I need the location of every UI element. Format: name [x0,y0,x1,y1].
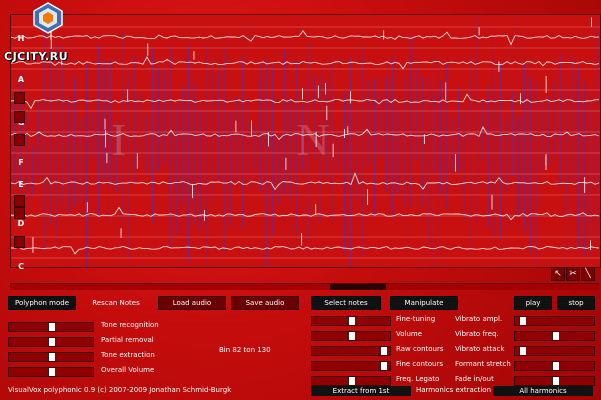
freq-legato-slider-thumb[interactable] [348,377,355,385]
vibrato-ampl-label: Vibrato ampl. [455,315,503,323]
overall-volume-slider-thumb[interactable] [48,368,55,376]
note-label-a: A [17,75,25,84]
overall-volume-slider[interactable] [8,367,94,377]
raw-contours-label: Raw contours [396,345,444,353]
play-button[interactable]: play [514,296,552,310]
volume-label: Volume [396,330,423,338]
tone-extraction-slider[interactable] [8,352,94,362]
rescan-notes-button[interactable]: Rescan Notes [84,296,148,310]
visualvox-window: CJCITY.RU IN OU HAGFEDC ↖ ✂ ╲ Polyphon m… [0,0,601,400]
vibrato-freq-slider-thumb[interactable] [552,332,559,340]
volume-slider-thumb[interactable] [348,332,355,340]
formant-stretch-slider[interactable] [514,361,595,371]
site-logo: CJCITY.RU [4,2,86,66]
all-harmonics-select[interactable]: All harmonics [493,386,593,396]
stop-button[interactable]: stop [557,296,595,310]
vibrato-attack-slider-thumb[interactable] [519,347,526,355]
partial-removal-slider-thumb[interactable] [48,338,55,346]
piano-key-box[interactable] [14,92,25,104]
piano-key-box[interactable] [14,207,25,219]
h-scroll-thumb[interactable] [330,284,386,290]
fine-tuning-slider-thumb[interactable] [348,317,355,325]
piano-key-box[interactable] [14,195,25,207]
fine-tuning-slider[interactable] [311,316,391,326]
vibrato-freq-slider[interactable] [514,331,595,341]
tone-extraction-label: Tone extraction [101,351,155,359]
cursor-tool-icon[interactable]: ↖ [551,267,565,281]
note-staff-canvas[interactable]: IN OU [10,14,601,268]
raw-contours-slider-thumb[interactable] [380,347,387,355]
vibrato-ampl-slider-thumb[interactable] [519,317,526,325]
fade-in-out-slider-thumb[interactable] [552,377,559,385]
cube-logo-icon [33,2,63,34]
tone-recognition-label: Tone recognition [101,321,159,329]
horizontal-scrollbar[interactable] [10,283,599,290]
freq-legato-slider[interactable] [311,376,391,386]
vibrato-attack-label: Vibrato attack [455,345,505,353]
note-label-c: C [18,262,24,271]
select-notes-button[interactable]: Select notes [311,296,381,310]
note-label-e: E [18,180,24,189]
partial-removal-slider[interactable] [8,337,94,347]
partial-removal-label: Partial removal [101,336,154,344]
bin-info: Bin 82 ton 130 [219,346,271,354]
spectrogram-view[interactable]: IN OU [11,15,600,267]
logo-text: CJCITY.RU [4,50,69,63]
formant-stretch-label: Formant stretch [455,360,511,368]
tone-extraction-slider-thumb[interactable] [48,353,55,361]
piano-key-box[interactable] [14,236,25,248]
piano-key-box[interactable] [14,134,25,146]
copyright-text: VisualVox polyphonic 0.9 (c) 2007-2009 J… [8,386,232,394]
fine-contours-slider-thumb[interactable] [380,362,387,370]
note-label-f: F [18,158,24,167]
fade-in-out-slider[interactable] [514,376,595,386]
freq-legato-label: Freq. Legato [396,375,440,383]
save-audio-button[interactable]: Save audio [231,296,299,310]
polyphon-mode-button[interactable]: Polyphon mode [8,296,76,310]
vibrato-freq-label: Vibrato freq. [455,330,499,338]
tone-recognition-slider[interactable] [8,322,94,332]
formant-stretch-slider-thumb[interactable] [552,362,559,370]
raw-contours-slider[interactable] [311,346,391,356]
svg-text:IN OU: IN OU [111,114,600,165]
fine-tuning-label: Fine-tuning [396,315,436,323]
vibrato-ampl-slider[interactable] [514,316,595,326]
load-audio-button[interactable]: Load audio [158,296,226,310]
vibrato-attack-slider[interactable] [514,346,595,356]
fine-contours-label: Fine contours [396,360,443,368]
note-label-d: D [17,219,25,228]
volume-slider[interactable] [311,331,391,341]
pen-tool-icon[interactable]: ╲ [581,267,595,281]
scissors-tool-icon[interactable]: ✂ [566,267,580,281]
tone-recognition-slider-thumb[interactable] [48,323,55,331]
harmonics-extraction-label: Harmonics extraction [416,386,492,394]
fade-in-out-label: Fade in/out [455,375,494,383]
piano-key-box[interactable] [14,111,25,123]
overall-volume-label: Overall Volume [101,366,155,374]
fine-contours-slider[interactable] [311,361,391,371]
extract-from-select[interactable]: Extract from 1st [311,386,411,396]
manipulate-button[interactable]: Manipulate [390,296,458,310]
